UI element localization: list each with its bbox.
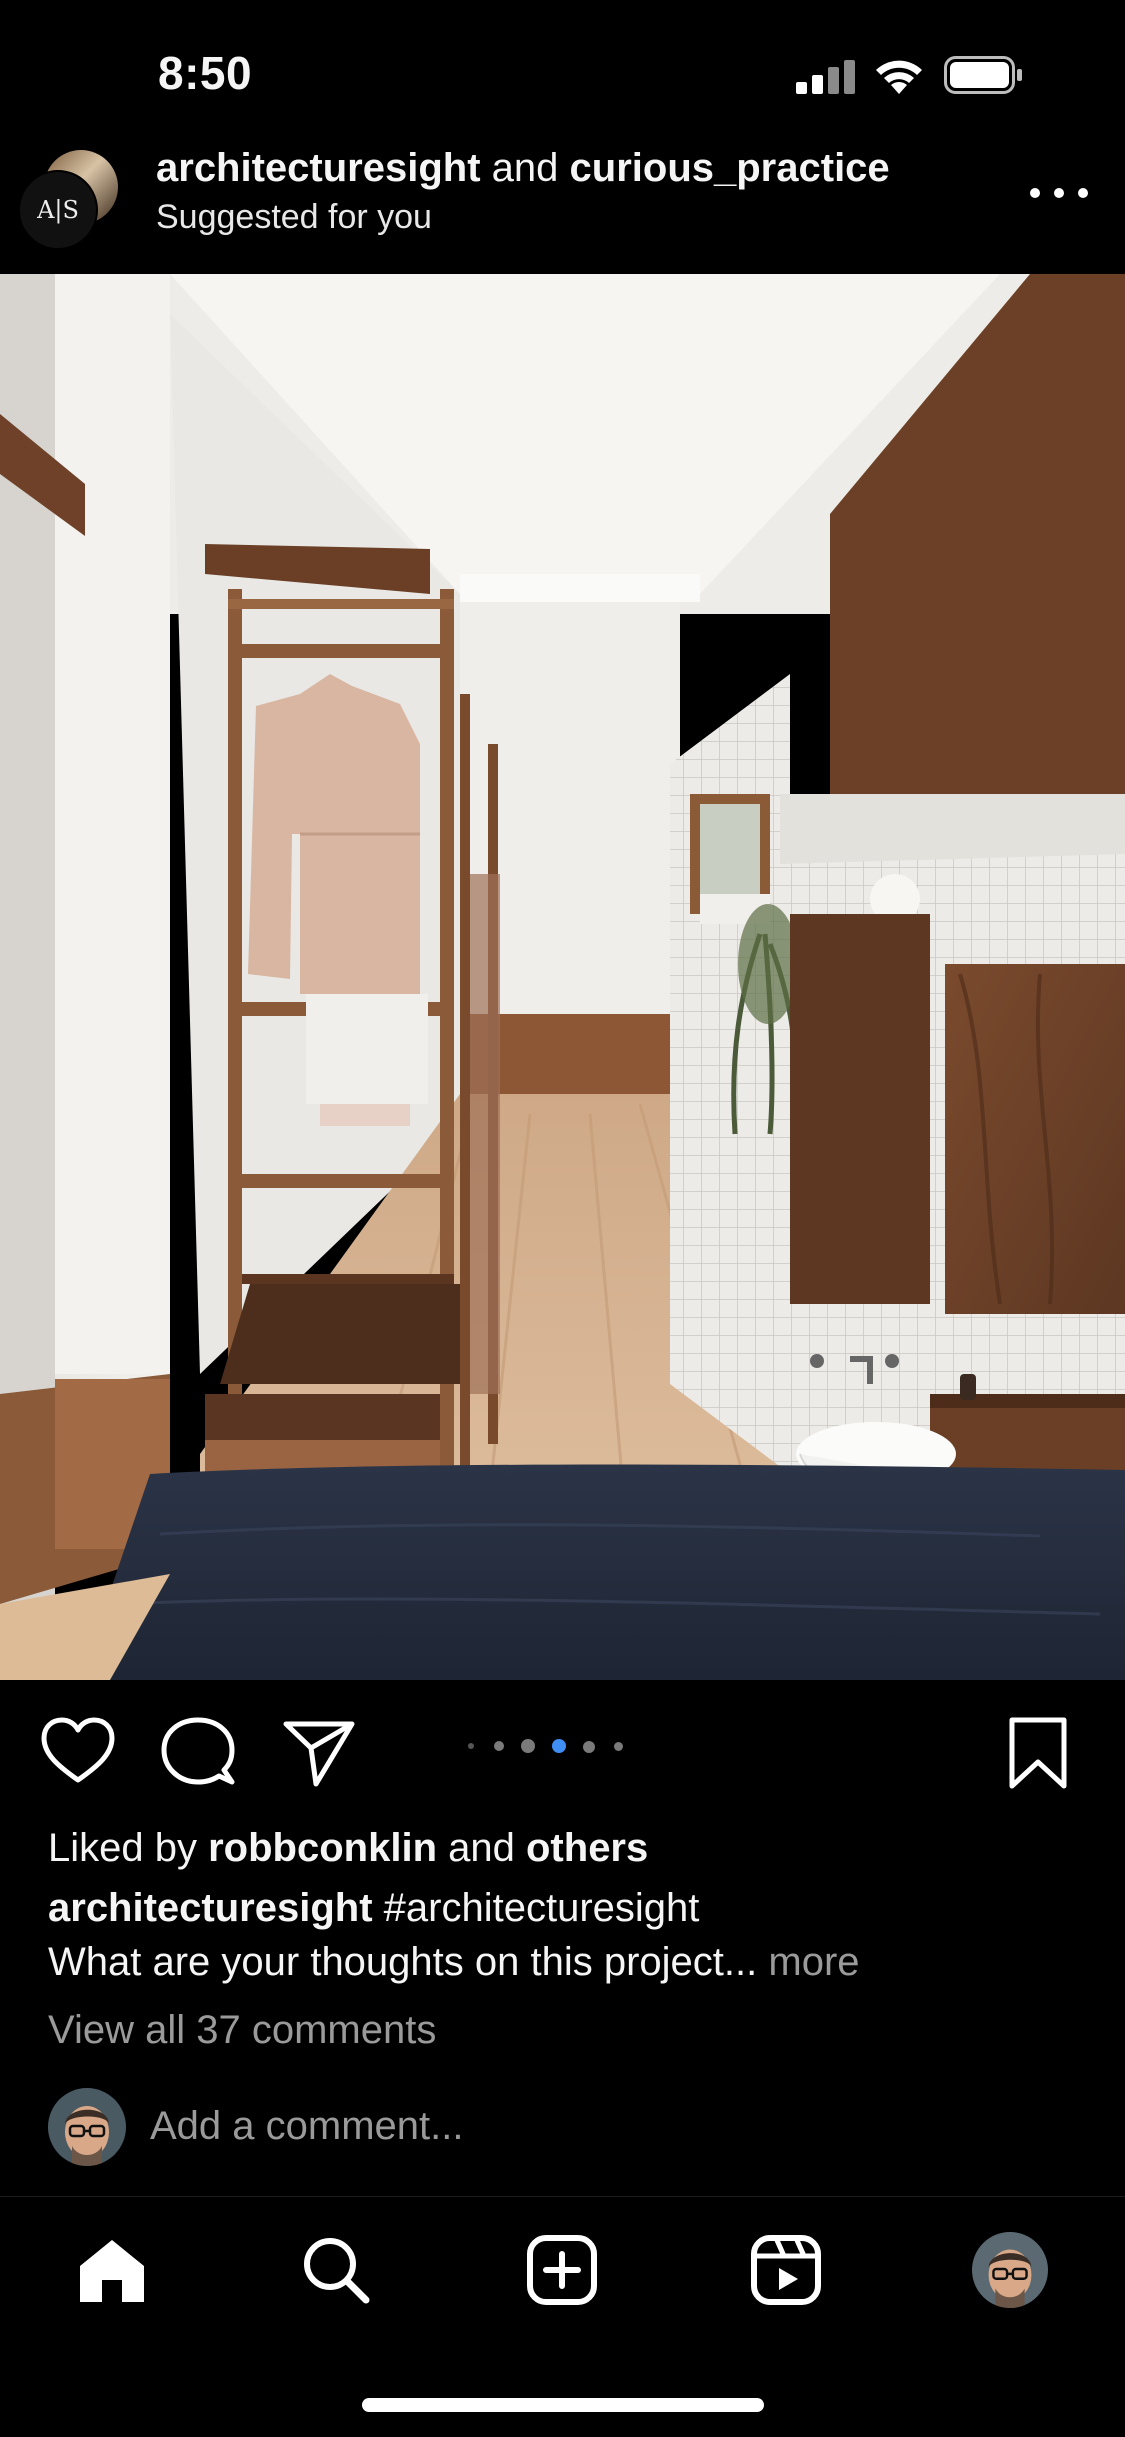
wifi-icon bbox=[876, 60, 922, 94]
home-indicator bbox=[362, 2398, 764, 2412]
cellular-signal-icon bbox=[796, 60, 856, 94]
post-accounts[interactable]: architecturesight and curious_practice bbox=[156, 146, 890, 191]
battery-icon bbox=[944, 56, 1022, 94]
carousel-dot bbox=[494, 1741, 504, 1751]
caption-username[interactable]: architecturesight bbox=[48, 1886, 373, 1930]
bookmark-icon[interactable] bbox=[998, 1712, 1078, 1792]
post-image[interactable] bbox=[0, 274, 1125, 1680]
current-user-avatar bbox=[48, 2088, 126, 2166]
comment-icon[interactable] bbox=[158, 1712, 238, 1792]
create-icon[interactable] bbox=[522, 2230, 602, 2310]
heart-icon[interactable] bbox=[38, 1712, 118, 1792]
liked-by-user[interactable]: robbconklin bbox=[208, 1826, 437, 1870]
architecturesight-logo: A|S bbox=[18, 170, 98, 250]
profile-icon[interactable] bbox=[972, 2232, 1048, 2308]
status-bar: 8:50 bbox=[0, 0, 1125, 150]
carousel-dot-active bbox=[552, 1739, 566, 1753]
accounts-joiner: and bbox=[491, 146, 559, 190]
account-name-secondary[interactable]: curious_practice bbox=[570, 146, 890, 190]
caption-header: architecturesight #architecturesight bbox=[48, 1886, 699, 1931]
view-all-comments-link[interactable]: View all 37 comments bbox=[48, 2008, 436, 2053]
account-avatar[interactable]: A|S bbox=[18, 150, 118, 250]
likes-line[interactable]: Liked by robbconklin and others bbox=[48, 1826, 648, 1871]
reels-icon[interactable] bbox=[746, 2230, 826, 2310]
carousel-dot bbox=[468, 1743, 474, 1749]
caption-more-link[interactable]: more bbox=[768, 1940, 859, 1984]
account-name-primary[interactable]: architecturesight bbox=[156, 146, 481, 190]
carousel-dot bbox=[583, 1741, 595, 1753]
caption-text: What are your thoughts on this project..… bbox=[48, 1940, 758, 1984]
liked-by-others[interactable]: others bbox=[526, 1826, 648, 1870]
liked-by-prefix: Liked by bbox=[48, 1826, 197, 1870]
caption-text-line: What are your thoughts on this project..… bbox=[48, 1940, 860, 1985]
interior-photo bbox=[0, 274, 1125, 1680]
carousel-dot bbox=[521, 1739, 535, 1753]
home-icon[interactable] bbox=[72, 2230, 152, 2310]
add-comment-input[interactable]: Add a comment... bbox=[150, 2104, 463, 2149]
suggested-label: Suggested for you bbox=[156, 198, 432, 236]
carousel-dot bbox=[614, 1742, 623, 1751]
more-options-icon[interactable] bbox=[1030, 170, 1088, 216]
caption-hashtag[interactable]: #architecturesight bbox=[384, 1886, 700, 1930]
carousel-indicator bbox=[464, 1736, 634, 1756]
status-time: 8:50 bbox=[158, 47, 253, 99]
search-icon[interactable] bbox=[296, 2230, 376, 2310]
share-icon[interactable] bbox=[278, 1712, 358, 1792]
likes-joiner: and bbox=[448, 1826, 515, 1870]
